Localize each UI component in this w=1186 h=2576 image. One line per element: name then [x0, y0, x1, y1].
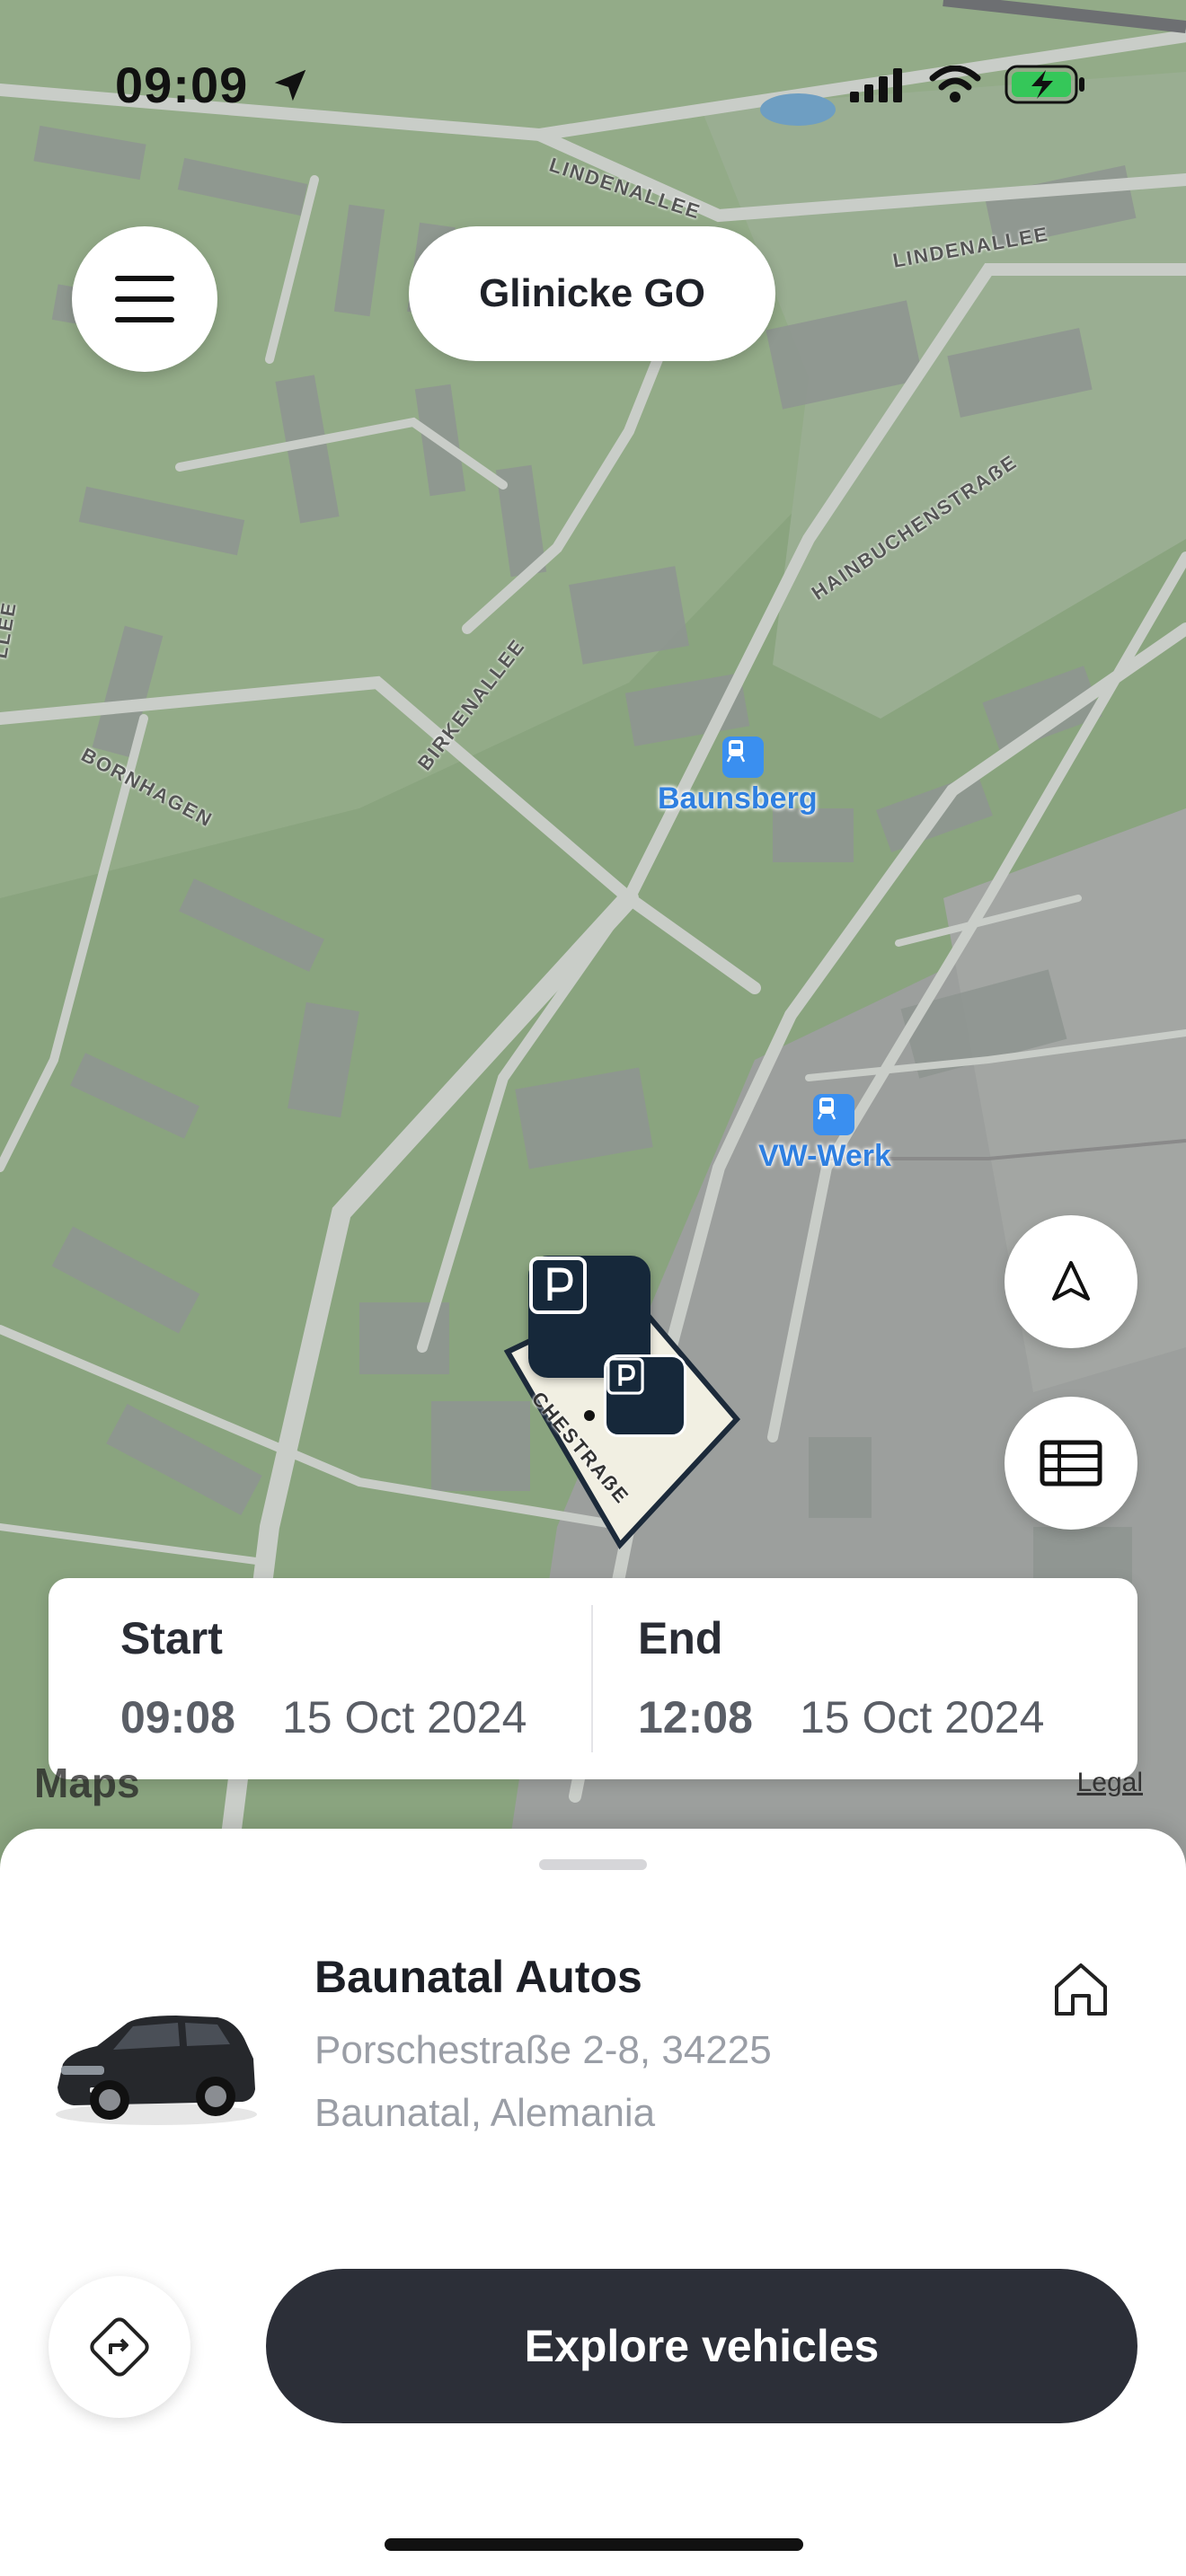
car-image — [56, 2016, 257, 2125]
place-label-baunsberg[interactable]: Baunsberg — [658, 781, 818, 816]
start-label: Start — [120, 1613, 223, 1663]
booking-time-card[interactable]: Start 09:08 15 Oct 2024 End 12:08 15 Oct… — [49, 1578, 1137, 1779]
app-title[interactable]: Glinicke GO — [409, 226, 775, 361]
start-time: 09:08 — [120, 1692, 235, 1742]
address-line-1: Porschestraße 2-8, 34225 — [314, 2028, 772, 2072]
divider — [591, 1605, 593, 1752]
parking-icon — [529, 1257, 587, 1314]
end-label: End — [638, 1613, 723, 1663]
list-view-button[interactable] — [1005, 1397, 1137, 1530]
bottom-sheet[interactable]: Baunatal Autos Porschestraße 2-8, 34225 … — [0, 1829, 1186, 2576]
start-date: 15 Oct 2024 — [282, 1692, 527, 1742]
hamburger-icon — [115, 276, 174, 322]
navigation-button[interactable] — [1005, 1215, 1137, 1348]
maps-credit: Maps — [34, 1760, 140, 1806]
wifi-icon — [929, 66, 981, 102]
location-dot — [584, 1410, 595, 1421]
end-date: 15 Oct 2024 — [800, 1692, 1045, 1742]
sheet-grabber[interactable] — [539, 1859, 647, 1870]
legal-link[interactable]: Legal — [1077, 1768, 1143, 1798]
location-name: Baunatal Autos — [314, 1952, 642, 2002]
navigation-arrow-icon — [1052, 1261, 1090, 1301]
home-indicator[interactable] — [385, 2538, 803, 2551]
cellular-signal-icon — [850, 68, 902, 102]
home-icon[interactable] — [1051, 1960, 1111, 2019]
directions-button[interactable] — [49, 2276, 190, 2418]
place-label-vw-werk[interactable]: VW-Werk — [758, 1139, 891, 1174]
tram-station-icon[interactable] — [813, 1094, 854, 1135]
tram-station-icon[interactable] — [722, 737, 764, 778]
location-arrow-icon — [274, 69, 306, 101]
directions-icon — [90, 2317, 149, 2377]
address-line-2: Baunatal, Alemania — [314, 2091, 656, 2135]
end-time: 12:08 — [638, 1692, 753, 1742]
battery-charging-icon — [1005, 65, 1084, 104]
menu-button[interactable] — [72, 226, 217, 372]
table-list-icon — [1040, 1440, 1102, 1486]
parking-icon — [606, 1357, 644, 1395]
status-bar: 09:09 — [0, 0, 1186, 171]
parking-marker[interactable] — [604, 1354, 686, 1437]
status-time: 09:09 — [115, 57, 249, 113]
explore-vehicles-button[interactable]: Explore vehicles — [266, 2269, 1137, 2423]
